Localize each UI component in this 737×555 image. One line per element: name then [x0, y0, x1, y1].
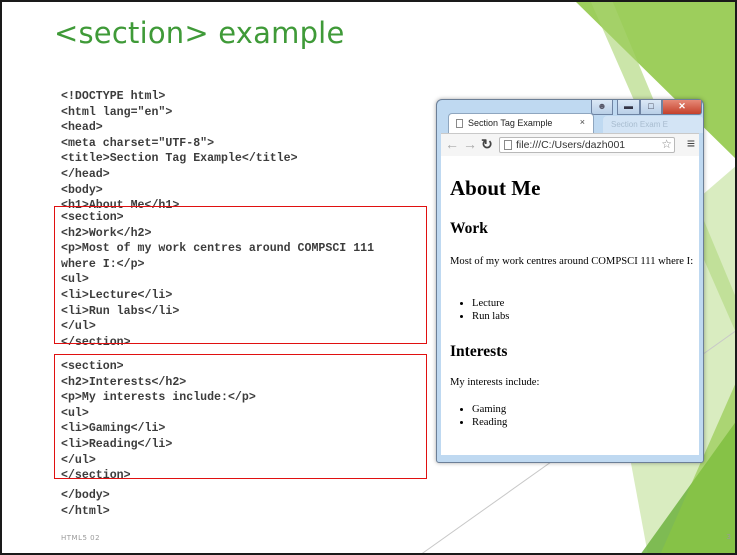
hamburger-menu-icon[interactable]: ≡: [687, 135, 695, 151]
section-heading-interests: Interests: [450, 343, 508, 360]
user-icon[interactable]: ☻: [591, 100, 613, 115]
page-icon: [456, 119, 463, 128]
highlight-box-interests: [54, 354, 427, 479]
section-paragraph-work: Most of my work centres around COMPSCI 1…: [450, 256, 694, 267]
reload-icon[interactable]: ↻: [481, 136, 493, 153]
browser-tab-active[interactable]: Section Tag Example ×: [448, 113, 594, 133]
list-interests: Gaming Reading: [453, 404, 507, 429]
page-icon: [504, 140, 512, 150]
browser-tab-background[interactable]: Section Exam E: [603, 116, 703, 133]
highlight-box-work: [54, 206, 427, 344]
list-item: Gaming: [472, 404, 507, 417]
tab-title: Section Tag Example: [468, 118, 553, 128]
list-work: Lecture Run labs: [453, 298, 509, 323]
browser-window: Section Tag Example × Section Exam E ☻ ▬…: [436, 99, 704, 463]
minimize-icon[interactable]: ▬: [617, 100, 640, 115]
code-tail: </body> </html>: [61, 489, 110, 518]
close-icon[interactable]: ×: [580, 117, 585, 127]
section-heading-work: Work: [450, 220, 488, 237]
code-head: <!DOCTYPE html> <html lang="en"> <head> …: [61, 90, 298, 213]
list-item: Lecture: [472, 298, 509, 311]
slide-title: <section> example: [54, 16, 345, 50]
list-item: Run labs: [472, 311, 509, 324]
slide-number: 3: [726, 533, 731, 541]
arrow-right-icon[interactable]: →: [463, 136, 477, 152]
star-icon[interactable]: ☆: [661, 138, 672, 151]
maximize-icon[interactable]: □: [640, 100, 662, 115]
browser-toolbar: ← → ↻ file:///C:/Users/dazh001 ☆ ≡: [441, 133, 699, 156]
section-paragraph-interests: My interests include:: [450, 377, 540, 388]
close-icon[interactable]: ✕: [662, 100, 702, 115]
slide-footer: HTML5 02: [61, 534, 101, 542]
list-item: Reading: [472, 417, 507, 430]
address-url: file:///C:/Users/dazh001: [516, 139, 626, 151]
browser-viewport: About Me Work Most of my work centres ar…: [441, 156, 699, 455]
arrow-left-icon[interactable]: ←: [445, 136, 459, 152]
address-bar[interactable]: file:///C:/Users/dazh001 ☆: [499, 137, 675, 153]
page-heading: About Me: [450, 176, 541, 200]
